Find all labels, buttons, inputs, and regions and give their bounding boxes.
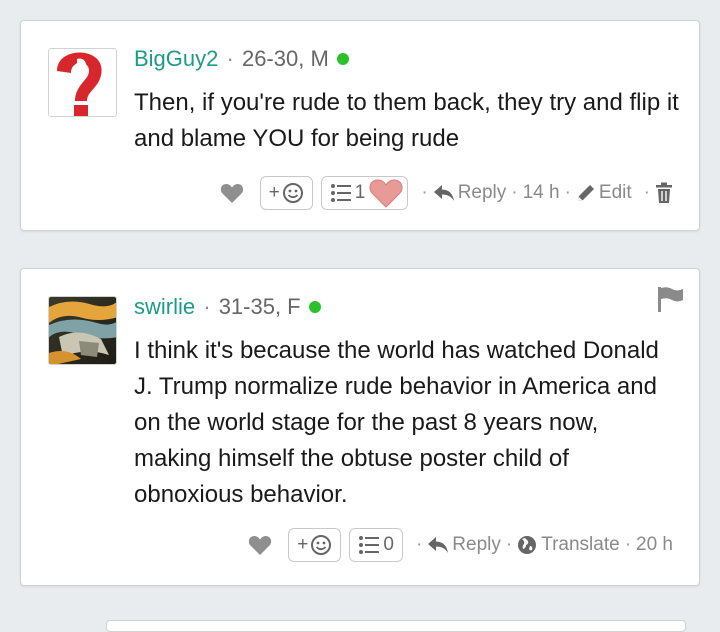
separator-dot: · (624, 534, 632, 555)
online-indicator (308, 301, 321, 313)
comment-actions: + 1 · Reply · 14 h · Edit · (220, 175, 673, 211)
user-meta: 31-35, F (218, 294, 301, 319)
timestamp: 20 h (636, 534, 673, 555)
timestamp: 14 h (522, 182, 560, 203)
separator-dot: · (505, 534, 513, 555)
next-comment-card (106, 620, 686, 632)
like-heart-icon[interactable] (248, 534, 272, 556)
trash-icon[interactable] (655, 182, 673, 204)
reply-link[interactable]: Reply (452, 534, 501, 556)
separator-dot: · (421, 182, 428, 203)
smiley-icon (282, 183, 303, 203)
separator-dot: · (564, 182, 571, 203)
reactions-list-button[interactable]: 0 (349, 528, 403, 562)
flag-icon[interactable] (655, 285, 685, 313)
username-link[interactable]: BigGuy2 (134, 46, 218, 71)
translate-link[interactable]: Translate (541, 534, 620, 556)
plus-label: + (268, 182, 280, 203)
reply-link[interactable]: Reply (458, 182, 507, 204)
smiley-icon (311, 535, 332, 555)
edit-link[interactable]: Edit (599, 182, 632, 204)
love-reaction-icon (369, 179, 403, 208)
separator-dot: · (511, 182, 518, 203)
comment-actions: + 0 · Reply · Translate · 20 h (248, 527, 673, 563)
list-icon (330, 184, 351, 202)
online-indicator (336, 53, 349, 65)
comment-header: BigGuy2 · 26-30, M (134, 45, 349, 73)
user-avatar[interactable] (48, 48, 117, 117)
comment-header: swirlie · 31-35, F (134, 293, 321, 321)
comment-card: swirlie · 31-35, F I think it's because … (20, 268, 700, 586)
reaction-count: 1 (354, 182, 366, 203)
username-link[interactable]: swirlie (134, 294, 195, 319)
comment-card: BigGuy2 · 26-30, M Then, if you're rude … (20, 20, 700, 231)
reactions-list-button[interactable]: 1 (320, 176, 409, 210)
reply-icon[interactable] (433, 184, 455, 202)
plus-label: + (297, 534, 309, 555)
user-avatar[interactable] (48, 296, 117, 365)
user-meta: 26-30, M (241, 46, 329, 71)
globe-icon[interactable] (517, 535, 537, 555)
separator-dot: · (197, 294, 217, 319)
photo-avatar-icon (49, 297, 116, 364)
like-heart-icon[interactable] (220, 182, 244, 204)
add-reaction-button[interactable]: + (259, 176, 313, 210)
list-icon (359, 536, 380, 554)
comment-text: Then, if you're rude to them back, they … (134, 89, 679, 152)
separator-dot: · (220, 46, 240, 71)
pencil-icon[interactable] (576, 183, 596, 203)
reply-icon[interactable] (427, 536, 449, 554)
reaction-count: 0 (383, 534, 394, 555)
question-mark-avatar-icon (49, 49, 116, 116)
separator-dot: · (643, 182, 650, 203)
separator-dot: · (415, 534, 423, 555)
comment-text: I think it's because the world has watch… (134, 337, 659, 508)
add-reaction-button[interactable]: + (288, 528, 342, 562)
